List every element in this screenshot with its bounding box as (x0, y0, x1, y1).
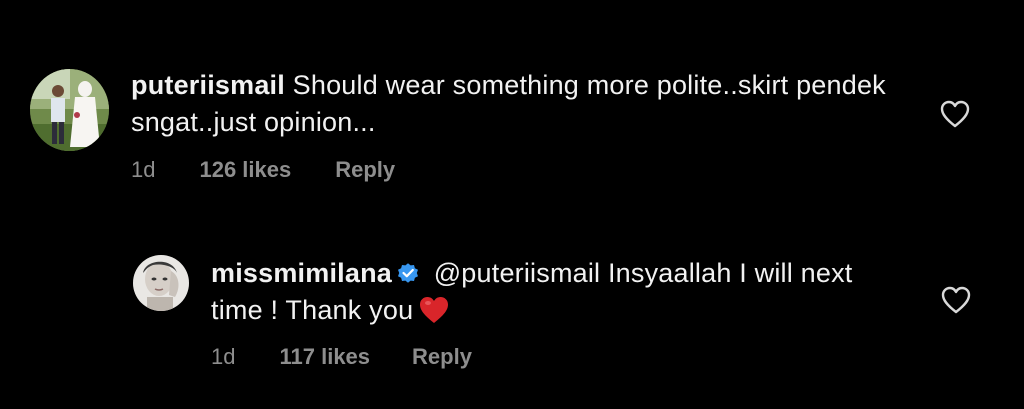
comment-username[interactable]: puteriismail (131, 70, 285, 100)
comment-likes[interactable]: 126 likes (199, 157, 291, 183)
reply-button[interactable]: Reply (412, 344, 472, 370)
reply-button[interactable]: Reply (335, 157, 395, 183)
comment-meta: 1d 117 likes Reply (211, 344, 472, 370)
couple-photo-avatar-icon (30, 69, 109, 151)
comment-time: 1d (131, 157, 156, 182)
woman-portrait-avatar-icon (133, 255, 189, 311)
comment-text-block: missmimilana @puteriismail Insyaallah I … (211, 255, 911, 329)
comment-text-block: puteriismail Should wear something more … (131, 67, 911, 141)
avatar[interactable] (30, 69, 109, 151)
verified-badge-icon (398, 263, 418, 283)
heart-outline-icon[interactable] (940, 100, 970, 128)
comment-time: 1d (211, 344, 236, 369)
avatar[interactable] (133, 255, 189, 311)
red-heart-emoji-icon (420, 297, 449, 323)
heart-outline-icon[interactable] (941, 286, 971, 314)
comment-likes[interactable]: 117 likes (279, 344, 370, 370)
comment-username[interactable]: missmimilana (211, 258, 392, 288)
comment-meta: 1d 126 likes Reply (131, 157, 395, 183)
comment: puteriismail Should wear something more … (30, 64, 1024, 194)
comment-reply: missmimilana @puteriismail Insyaallah I … (133, 253, 1024, 383)
